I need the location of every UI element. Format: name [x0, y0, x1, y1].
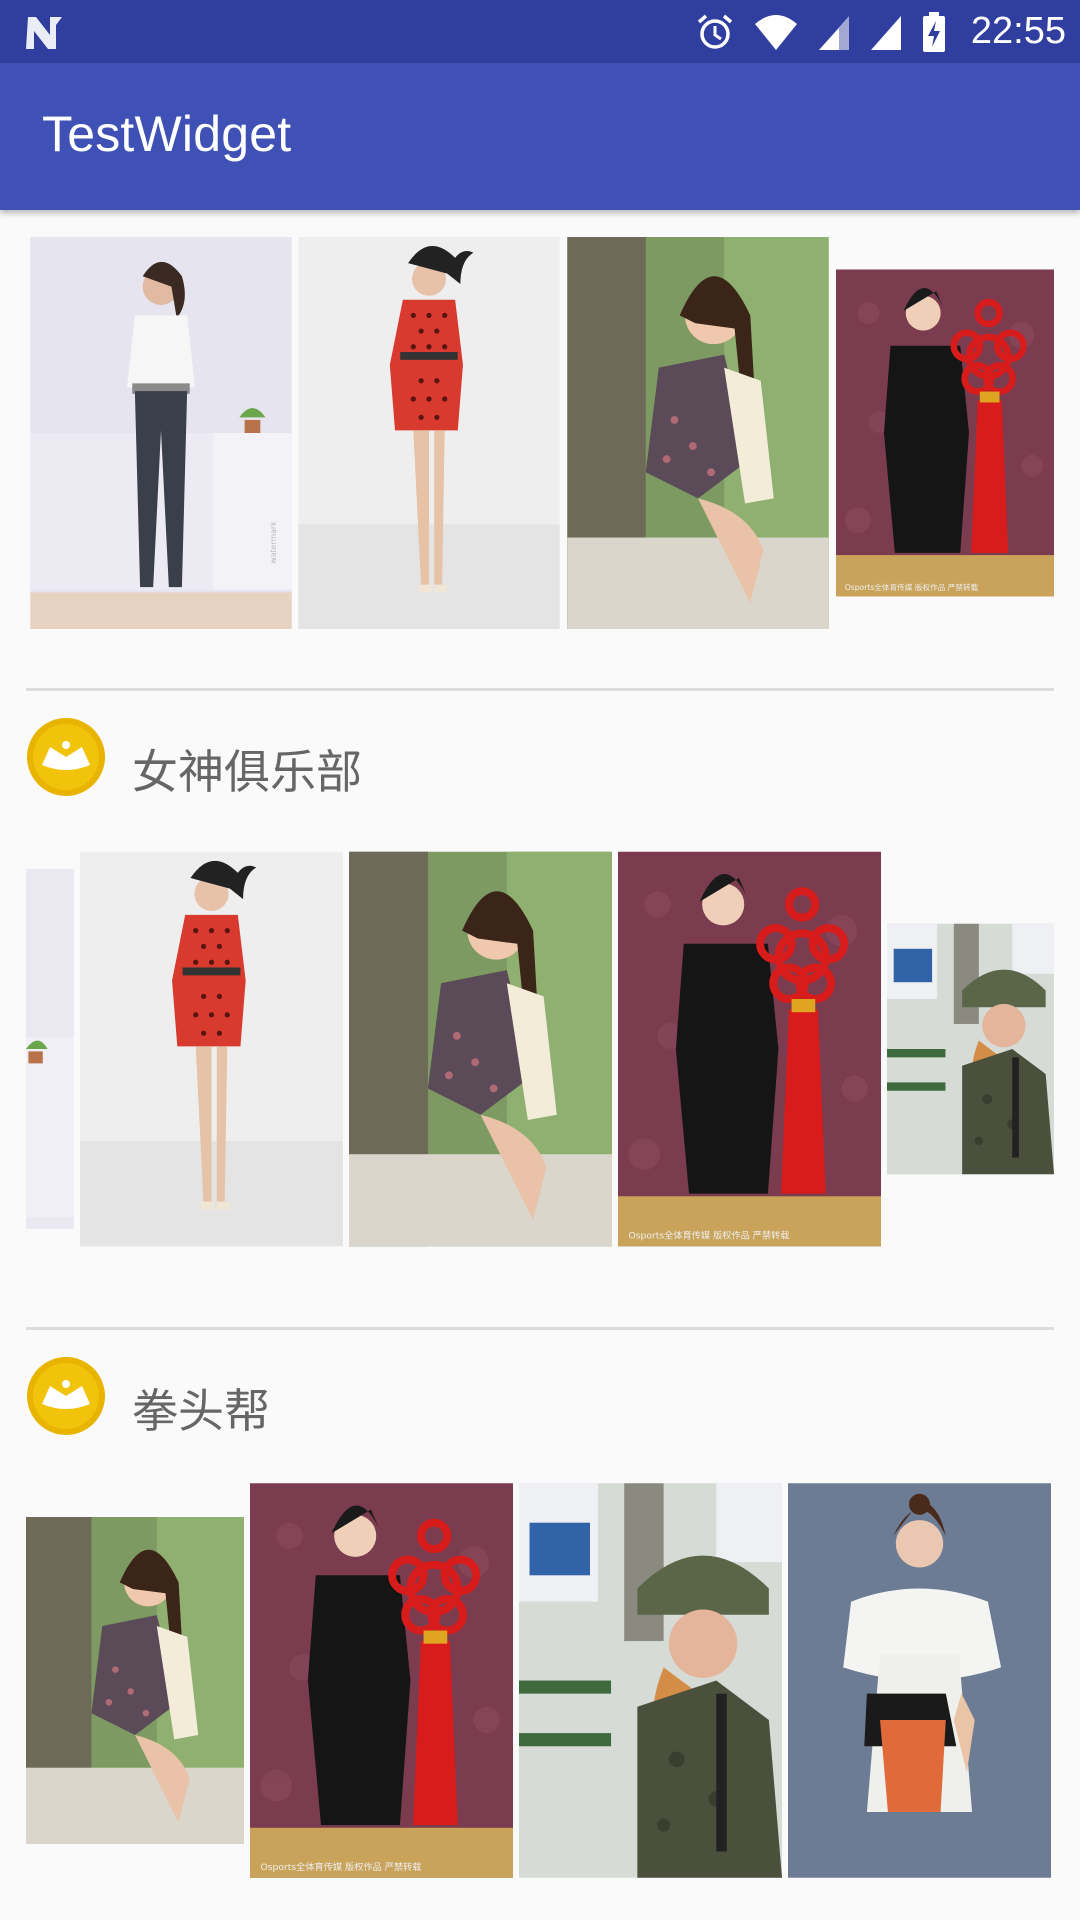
crown-icon	[27, 1357, 105, 1435]
app-title: TestWidget	[42, 106, 292, 162]
n-notification-icon	[26, 17, 62, 49]
status-bar: 22:55	[0, 0, 1080, 63]
photo-floral-dress[interactable]	[567, 237, 829, 629]
crown-icon	[27, 718, 105, 796]
wifi-icon	[754, 14, 797, 50]
photo-floral-dress[interactable]	[349, 829, 612, 1269]
alarm-icon	[697, 14, 733, 49]
photo-black-outfit[interactable]	[250, 1468, 513, 1893]
status-icons: 22:55	[695, 0, 1066, 63]
section-title: 拳头帮	[132, 1384, 270, 1438]
photo-red-dress[interactable]	[298, 237, 560, 629]
photo-partial-white-blouse[interactable]	[26, 829, 74, 1269]
clock: 22:55	[970, 10, 1066, 52]
photo-soldier[interactable]	[887, 829, 1054, 1269]
photo-floral-dress[interactable]	[26, 1468, 244, 1893]
photo-white-fur[interactable]	[788, 1468, 1051, 1893]
photo-red-dress[interactable]	[80, 829, 343, 1269]
photo-black-outfit[interactable]	[618, 829, 881, 1269]
photo-white-blouse[interactable]	[30, 237, 292, 629]
signal-icon	[818, 15, 849, 50]
divider	[26, 1327, 1054, 1330]
section-title: 女神俱乐部	[132, 745, 362, 799]
photo-black-outfit[interactable]	[836, 237, 1054, 629]
app-bar: TestWidget	[0, 63, 1080, 210]
signal-full-icon	[870, 15, 901, 50]
divider	[26, 688, 1054, 691]
photo-soldier[interactable]	[519, 1468, 782, 1893]
battery-charging-icon	[922, 11, 945, 52]
